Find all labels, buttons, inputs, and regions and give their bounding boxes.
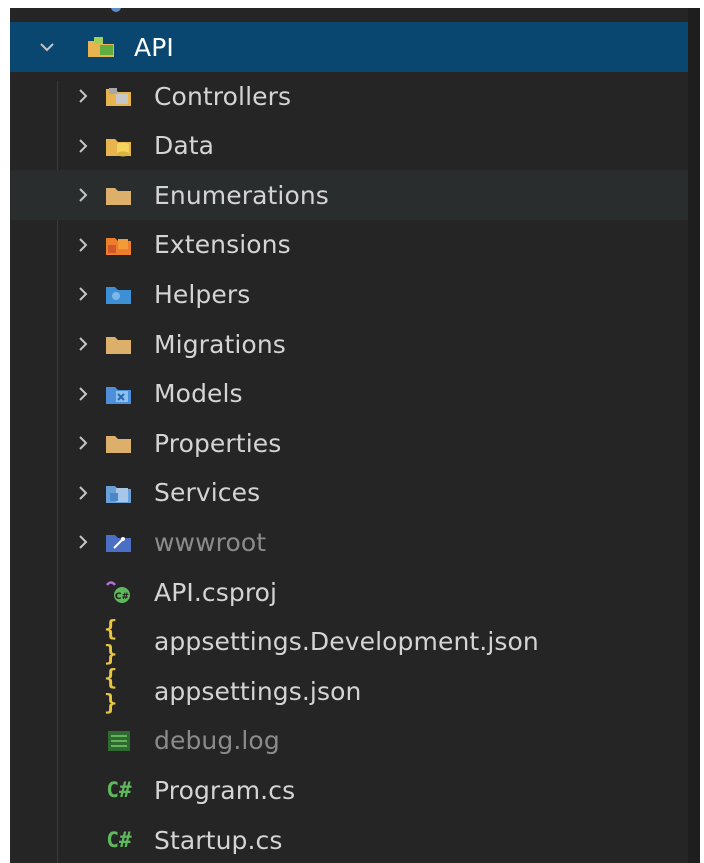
tree-root-label: API: [134, 32, 174, 62]
tree-item-label: Migrations: [154, 329, 286, 359]
file-explorer-panel: API Controllers Data Enumerations Extens…: [10, 8, 700, 863]
tree-item-label: API.csproj: [154, 577, 278, 607]
tree-item-appsettings-json[interactable]: { } appsettings.json: [10, 666, 688, 716]
chevron-right-icon[interactable]: [74, 285, 92, 303]
tree-item-label: Extensions: [154, 230, 291, 260]
tree-item-label: Startup.cs: [154, 825, 283, 855]
tree-item-models[interactable]: Models: [10, 369, 688, 419]
folder-icon: [104, 182, 134, 208]
tree-item-label: appsettings.json: [154, 676, 362, 706]
csharp-file-icon: C#: [106, 778, 132, 803]
tree-item-label: Properties: [154, 428, 282, 458]
tree-item-label: wwwroot: [154, 527, 267, 557]
chevron-right-icon[interactable]: [74, 533, 92, 551]
folder-models-icon: [104, 381, 134, 407]
folder-project-icon: [86, 34, 116, 60]
tree-item-debug-log[interactable]: debug.log: [10, 716, 688, 766]
tree-item-api-csproj[interactable]: C# API.csproj: [10, 567, 688, 617]
folder-wwwroot-icon: [104, 529, 134, 555]
tree-item-label: Program.cs: [154, 775, 296, 805]
tree-item-appsettings-development-json[interactable]: { } appsettings.Development.json: [10, 617, 688, 667]
tree-item-label: Data: [154, 131, 215, 161]
editor-gutter: [688, 8, 700, 863]
log-file-icon: [104, 728, 134, 754]
tree-item-wwwroot[interactable]: wwwroot: [10, 517, 688, 567]
chevron-right-icon[interactable]: [74, 137, 92, 155]
scroll-dot: [111, 8, 121, 12]
chevron-right-icon[interactable]: [74, 484, 92, 502]
json-file-icon: { }: [104, 666, 118, 717]
tree-item-migrations[interactable]: Migrations: [10, 319, 688, 369]
tree-item-label: Services: [154, 478, 261, 508]
folder-controllers-icon: [104, 83, 134, 109]
folder-icon: [104, 430, 134, 456]
folder-icon: [104, 331, 134, 357]
chevron-right-icon[interactable]: [74, 385, 92, 403]
chevron-down-icon[interactable]: [38, 38, 56, 56]
tree-item-data[interactable]: Data: [10, 121, 688, 171]
tree-root-api[interactable]: API: [10, 22, 688, 72]
tree-item-label: Models: [154, 379, 243, 409]
tree-item-label: debug.log: [154, 726, 280, 756]
tree-item-program-cs[interactable]: C# Program.cs: [10, 765, 688, 815]
chevron-right-icon[interactable]: [74, 335, 92, 353]
chevron-right-icon[interactable]: [74, 236, 92, 254]
tree-item-extensions[interactable]: Extensions: [10, 220, 688, 270]
csproj-file-icon: C#: [104, 579, 134, 605]
csharp-file-icon: C#: [106, 828, 132, 852]
tree-item-label: Enumerations: [154, 180, 329, 210]
folder-helpers-icon: [104, 281, 134, 307]
svg-text:C#: C#: [115, 592, 129, 602]
tree-item-helpers[interactable]: Helpers: [10, 269, 688, 319]
tree-item-controllers[interactable]: Controllers: [10, 71, 688, 121]
folder-extensions-icon: [104, 232, 134, 258]
tree-item-properties[interactable]: Properties: [10, 418, 688, 468]
tree-item-services[interactable]: Services: [10, 468, 688, 518]
chevron-right-icon[interactable]: [74, 434, 92, 452]
folder-database-icon: [104, 133, 134, 159]
json-file-icon: { }: [104, 616, 118, 667]
tree-item-startup-cs[interactable]: C# Startup.cs: [10, 815, 688, 863]
chevron-right-icon[interactable]: [74, 87, 92, 105]
tree-item-label: appsettings.Development.json: [154, 627, 539, 657]
tree-item-label: Helpers: [154, 279, 251, 309]
chevron-right-icon[interactable]: [74, 186, 92, 204]
folder-services-icon: [104, 480, 134, 506]
tree-item-label: Controllers: [154, 81, 292, 111]
tree-item-enumerations[interactable]: Enumerations: [10, 170, 688, 221]
